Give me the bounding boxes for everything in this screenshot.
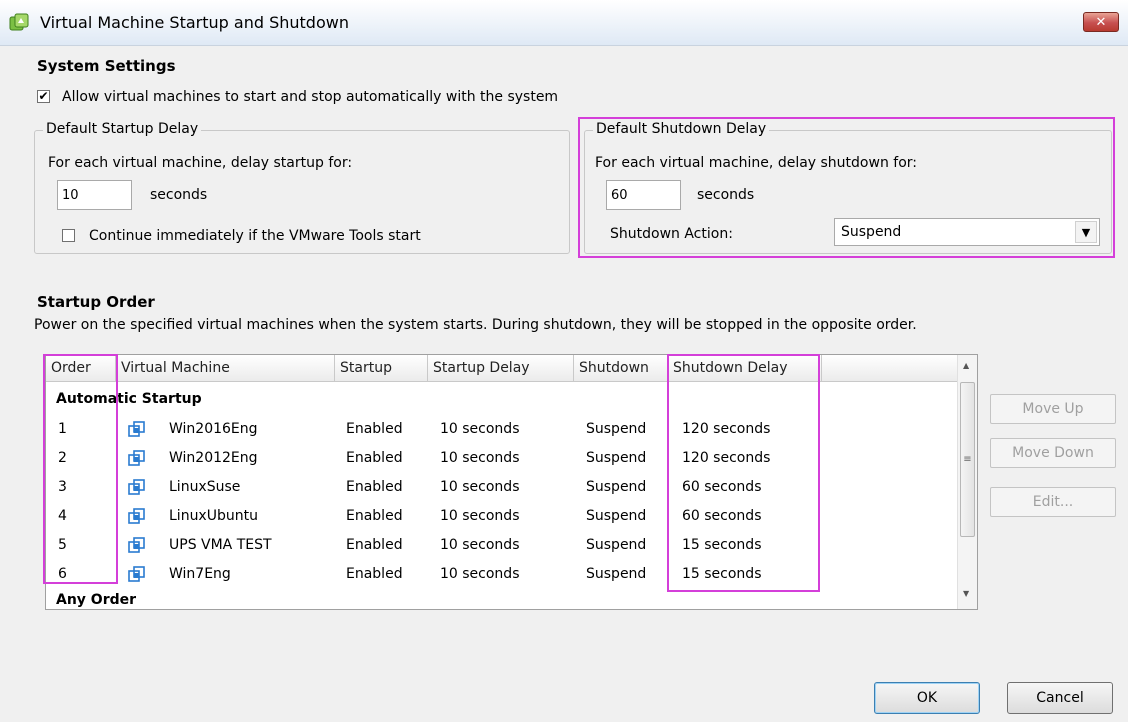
- row-startup-delay: 10 seconds: [440, 508, 520, 524]
- row-startup: Enabled: [346, 450, 403, 466]
- row-order: 2: [58, 450, 67, 466]
- scroll-up-icon[interactable]: ▲: [963, 361, 969, 370]
- shutdown-action-label: Shutdown Action:: [610, 226, 733, 242]
- startup-delay-description: For each virtual machine, delay startup …: [48, 155, 353, 171]
- title-bar: Virtual Machine Startup and Shutdown ✕: [0, 0, 1128, 46]
- chevron-down-icon[interactable]: ▼: [1075, 221, 1097, 243]
- row-startup-delay: 10 seconds: [440, 450, 520, 466]
- virtual-machine-icon: [128, 450, 145, 466]
- row-shutdown: Suspend: [586, 566, 647, 582]
- row-shutdown-delay: 60 seconds: [682, 479, 762, 495]
- row-order: 4: [58, 508, 67, 524]
- column-startup-delay[interactable]: Startup Delay: [428, 355, 574, 382]
- column-shutdown-delay[interactable]: Shutdown Delay: [668, 355, 822, 382]
- system-settings-heading: System Settings: [37, 57, 176, 75]
- ok-button[interactable]: OK: [874, 682, 980, 714]
- row-startup-delay: 10 seconds: [440, 566, 520, 582]
- virtual-machine-icon: [128, 421, 145, 437]
- row-order: 6: [58, 566, 67, 582]
- column-startup[interactable]: Startup: [335, 355, 428, 382]
- grip-icon: ≡: [963, 454, 972, 465]
- row-order: 1: [58, 421, 67, 437]
- table-header: Order Virtual Machine Startup Startup De…: [46, 355, 958, 382]
- row-startup-delay: 10 seconds: [440, 421, 520, 437]
- window-title: Virtual Machine Startup and Shutdown: [40, 13, 349, 32]
- startup-delay-unit: seconds: [150, 187, 208, 203]
- row-vm-name: Win7Eng: [169, 566, 231, 582]
- shutdown-action-select[interactable]: Suspend ▼: [834, 218, 1100, 246]
- row-startup: Enabled: [346, 566, 403, 582]
- allow-auto-start-label: Allow virtual machines to start and stop…: [62, 89, 559, 105]
- row-startup: Enabled: [346, 508, 403, 524]
- row-shutdown: Suspend: [586, 508, 647, 524]
- shutdown-delay-description: For each virtual machine, delay shutdown…: [595, 155, 917, 171]
- row-shutdown: Suspend: [586, 537, 647, 553]
- column-shutdown[interactable]: Shutdown: [574, 355, 668, 382]
- continue-immediately-label: Continue immediately if the VMware Tools…: [89, 228, 421, 244]
- startup-order-description: Power on the specified virtual machines …: [34, 317, 917, 333]
- row-vm-name: Win2012Eng: [169, 450, 258, 466]
- virtual-machine-icon: [128, 537, 145, 553]
- virtual-machine-icon: [128, 566, 145, 582]
- startup-order-table[interactable]: Order Virtual Machine Startup Startup De…: [45, 354, 978, 610]
- shutdown-delay-unit: seconds: [697, 187, 755, 203]
- row-shutdown-delay: 15 seconds: [682, 537, 762, 553]
- virtual-machine-icon: [128, 508, 145, 524]
- row-order: 5: [58, 537, 67, 553]
- column-virtual-machine[interactable]: Virtual Machine: [116, 355, 335, 382]
- row-vm-name: LinuxSuse: [169, 479, 241, 495]
- row-startup: Enabled: [346, 479, 403, 495]
- allow-auto-start-checkbox[interactable]: ✔: [37, 90, 50, 103]
- row-vm-name: Win2016Eng: [169, 421, 258, 437]
- row-startup-delay: 10 seconds: [440, 479, 520, 495]
- group-automatic-startup: Automatic Startup: [56, 391, 202, 407]
- move-up-button[interactable]: Move Up: [990, 394, 1116, 424]
- virtual-machine-icon: [128, 479, 145, 495]
- close-button[interactable]: ✕: [1083, 12, 1119, 32]
- row-order: 3: [58, 479, 67, 495]
- close-icon: ✕: [1095, 14, 1107, 30]
- startup-delay-input[interactable]: 10: [57, 180, 132, 210]
- default-shutdown-delay-legend: Default Shutdown Delay: [593, 121, 770, 137]
- group-any-order: Any Order: [56, 592, 137, 608]
- row-vm-name: UPS VMA TEST: [169, 537, 272, 553]
- row-vm-name: LinuxUbuntu: [169, 508, 258, 524]
- scroll-down-icon[interactable]: ▼: [963, 589, 969, 598]
- default-startup-delay-legend: Default Startup Delay: [43, 121, 202, 137]
- cancel-button[interactable]: Cancel: [1007, 682, 1113, 714]
- row-shutdown: Suspend: [586, 450, 647, 466]
- row-shutdown: Suspend: [586, 421, 647, 437]
- row-startup: Enabled: [346, 421, 403, 437]
- row-shutdown-delay: 15 seconds: [682, 566, 762, 582]
- continue-immediately-checkbox[interactable]: [62, 229, 75, 242]
- row-shutdown-delay: 120 seconds: [682, 450, 771, 466]
- row-shutdown: Suspend: [586, 479, 647, 495]
- row-shutdown-delay: 60 seconds: [682, 508, 762, 524]
- move-down-button[interactable]: Move Down: [990, 438, 1116, 468]
- row-startup: Enabled: [346, 537, 403, 553]
- table-scrollbar[interactable]: ▲ ≡ ▼: [957, 355, 977, 609]
- row-startup-delay: 10 seconds: [440, 537, 520, 553]
- column-order[interactable]: Order: [46, 355, 116, 382]
- edit-button[interactable]: Edit...: [990, 487, 1116, 517]
- row-shutdown-delay: 120 seconds: [682, 421, 771, 437]
- scroll-thumb[interactable]: ≡: [960, 382, 975, 537]
- startup-order-heading: Startup Order: [37, 293, 155, 311]
- shutdown-delay-input[interactable]: 60: [606, 180, 681, 210]
- vm-startup-app-icon: [9, 13, 29, 31]
- shutdown-action-value: Suspend: [841, 224, 902, 240]
